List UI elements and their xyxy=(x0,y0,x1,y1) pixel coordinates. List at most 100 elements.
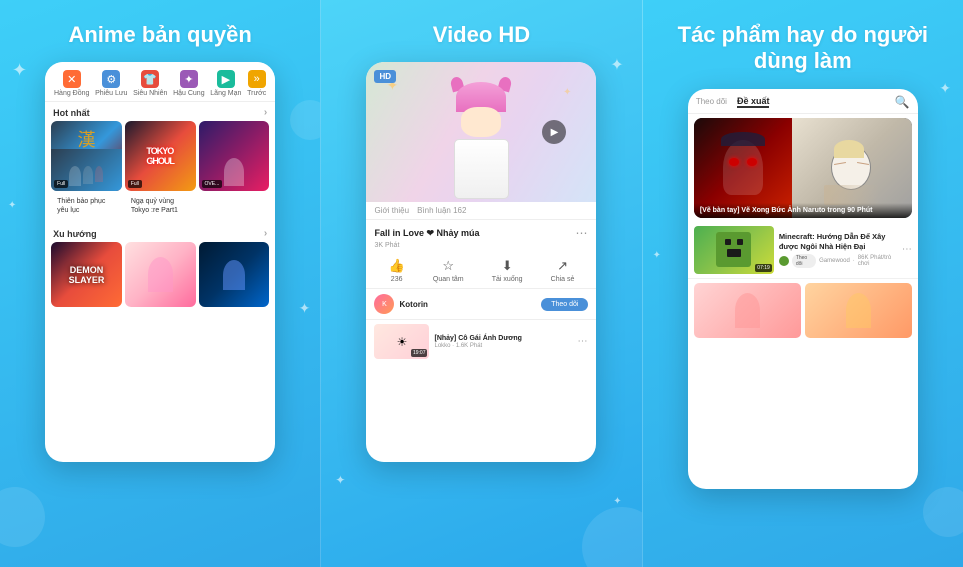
video-phone-content: ✦ ✦ HD ▶ Giới thiệu Bình luận 162 Fall i… xyxy=(366,62,596,462)
share-icon: ↗ xyxy=(557,258,568,274)
tab-intro[interactable]: Giới thiệu xyxy=(374,206,409,215)
related-video-row[interactable]: ☀ 19:07 [Nhảy] Cô Gái Ánh Dương Lokko · … xyxy=(366,320,596,363)
nav-icon-5: ▶ xyxy=(217,70,235,88)
anime-grid: 漢 Full TOKYOGHOUL Full xyxy=(45,121,275,196)
trending-thumb-1[interactable]: DEMONSLAYER xyxy=(51,242,122,307)
deco-circle-1 xyxy=(0,487,45,547)
bottom-row xyxy=(688,279,918,489)
discover-tabs: Theo dõi Đề xuất 🔍 xyxy=(688,89,918,114)
mc-thumb: MINECRAFT 07:19 xyxy=(694,226,774,274)
mid-panel-title: Video HD xyxy=(433,22,530,48)
right-panel-title: Tác phẩm hay do người dùng làm xyxy=(653,22,953,75)
nav-item-5[interactable]: ▶ Lãng Mạn xyxy=(210,70,241,97)
mc-title: Minecraft: Hướng Dẫn Để Xây được Ngôi Nh… xyxy=(779,232,897,252)
anime-label-2: Ngạ quỷ vùng Tokyo :re Part1 xyxy=(125,196,196,219)
like-count: 236 xyxy=(391,276,403,283)
right-panel: ✦ ✦ Tác phẩm hay do người dùng làm Theo … xyxy=(643,0,963,567)
nav-label-4: Hậu Cung xyxy=(173,90,205,97)
nav-item-3[interactable]: 👕 Siêu Nhiên xyxy=(133,70,167,97)
trending-grid: DEMONSLAYER xyxy=(45,242,275,312)
minecraft-row[interactable]: MINECRAFT 07:19 Minecraft: Hướng Dẫn Để … xyxy=(688,222,918,279)
hot-section-header: Hot nhất › xyxy=(45,102,275,121)
right-sparkle-1: ✦ xyxy=(939,80,951,97)
mc-info: Minecraft: Hướng Dẫn Để Xây được Ngôi Nh… xyxy=(779,232,897,268)
deco-circle-2 xyxy=(290,100,320,140)
bottom-thumb-2[interactable] xyxy=(805,283,912,338)
trending-thumb-2[interactable] xyxy=(125,242,196,307)
action-follow[interactable]: ☆ Quan tâm xyxy=(433,258,464,283)
nav-label-2: Phiêu Lưu xyxy=(95,90,127,97)
nav-icon-6: » xyxy=(248,70,266,88)
mid-sparkle-2: ✦ xyxy=(335,473,345,487)
right-deco-circle xyxy=(923,487,963,537)
anime-labels-row: Thiên bảo phục yêu lục Ngạ quỷ vùng Toky… xyxy=(45,196,275,223)
video-actions: 👍 236 ☆ Quan tâm ⬇ Tải xuống ↗ Chia sẻ xyxy=(366,253,596,289)
sparkle-1: ✦ xyxy=(12,60,27,81)
action-like[interactable]: 👍 236 xyxy=(389,258,405,283)
share-label: Chia sẻ xyxy=(551,276,575,283)
nav-item-2[interactable]: ⚙ Phiêu Lưu xyxy=(95,70,127,97)
anime-thumb-3[interactable]: OVE... xyxy=(199,121,270,191)
nav-icon-4: ✦ xyxy=(180,70,198,88)
action-download[interactable]: ⬇ Tải xuống xyxy=(492,258,523,283)
sparkle-3: ✦ xyxy=(299,300,311,317)
bottom-thumb-1[interactable] xyxy=(694,283,801,338)
anime-nav: ✕ Hàng Đồng ⚙ Phiêu Lưu 👕 Siêu Nhiên ✦ H… xyxy=(45,62,275,102)
video-hero[interactable]: ✦ ✦ HD ▶ xyxy=(366,62,596,202)
trending-arrow[interactable]: › xyxy=(264,228,267,239)
tab-comments[interactable]: Bình luận 162 xyxy=(417,206,466,215)
mc-duration: 07:19 xyxy=(755,264,772,272)
download-icon: ⬇ xyxy=(502,258,513,274)
mid-phone: ✦ ✦ HD ▶ Giới thiệu Bình luận 162 Fall i… xyxy=(366,62,596,462)
featured-video-card[interactable]: [Vẽ bàn tay] Vẽ Xong Bức Ảnh Naruto tron… xyxy=(694,118,912,218)
nav-label-5: Lãng Mạn xyxy=(210,90,241,97)
action-share[interactable]: ↗ Chia sẻ xyxy=(551,258,575,283)
featured-video: [Vẽ bàn tay] Vẽ Xong Bức Ảnh Naruto tron… xyxy=(694,118,912,218)
anime-thumb-2[interactable]: TOKYOGHOUL Full xyxy=(125,121,196,191)
anime-thumb-1[interactable]: 漢 Full xyxy=(51,121,122,191)
hot-section-label: Hot nhất xyxy=(53,108,90,118)
right-phone-content: Theo dõi Đề xuất 🔍 xyxy=(688,89,918,489)
sparkle-2: ✦ xyxy=(8,200,16,211)
nav-item-1[interactable]: ✕ Hàng Đồng xyxy=(54,70,89,97)
nav-icons-row: ✕ Hàng Đồng ⚙ Phiêu Lưu 👕 Siêu Nhiên ✦ H… xyxy=(51,70,269,97)
related-duration: 19:07 xyxy=(411,349,428,357)
more-dots[interactable]: ⋯ xyxy=(575,226,588,240)
related-play-count: 1.6K Phát xyxy=(456,343,482,349)
mid-panel: ✦ ✦ ✦ Video HD xyxy=(320,0,642,567)
discover-tab-suggest[interactable]: Đề xuất xyxy=(737,96,770,108)
mc-channel-stats: 86K Phát/trò chơi xyxy=(858,255,897,267)
nav-icon-2: ⚙ xyxy=(102,70,120,88)
mid-sparkle-3: ✦ xyxy=(613,496,621,507)
cosplay-figure xyxy=(446,82,516,202)
mc-follow-badge[interactable]: Theo dõi xyxy=(792,254,816,268)
nav-label-3: Siêu Nhiên xyxy=(133,90,167,97)
featured-video-title: [Vẽ bàn tay] Vẽ Xong Bức Ảnh Naruto tron… xyxy=(694,203,912,218)
related-meta: Lokko · 1.6K Phát xyxy=(434,343,572,349)
follow-button[interactable]: Theo dõi xyxy=(541,298,588,311)
hot-section-arrow[interactable]: › xyxy=(264,107,267,118)
channel-avatar: K xyxy=(374,294,394,314)
related-more[interactable]: ⋯ xyxy=(577,336,588,347)
right-sparkle-2: ✦ xyxy=(653,250,661,261)
nav-icon-3: 👕 xyxy=(141,70,159,88)
channel-left: K Kotorin xyxy=(374,294,427,314)
mc-more-btn[interactable]: ⋯ xyxy=(902,244,912,255)
follow-icon: ☆ xyxy=(442,258,454,274)
video-plays: 3K Phát xyxy=(366,242,596,253)
mc-channel-sub: · xyxy=(853,258,855,264)
anime-badge-2: Full xyxy=(128,180,142,188)
right-phone: Theo dõi Đề xuất 🔍 xyxy=(688,89,918,489)
download-label: Tải xuống xyxy=(492,276,523,283)
nav-item-4[interactable]: ✦ Hậu Cung xyxy=(173,70,205,97)
trending-thumb-3[interactable] xyxy=(199,242,270,307)
nav-item-6[interactable]: » Trước xyxy=(247,70,266,97)
channel-name: Kotorin xyxy=(399,300,427,309)
video-info-row: Fall in Love ❤ Nhảy múa ⋯ xyxy=(366,220,596,242)
mc-channel-avatar xyxy=(779,256,789,266)
mid-sparkle-1: ✦ xyxy=(610,55,623,75)
search-icon[interactable]: 🔍 xyxy=(895,95,910,109)
play-button[interactable]: ▶ xyxy=(542,120,566,144)
mc-channel-name: Gamewood xyxy=(819,258,850,264)
discover-tab-follow[interactable]: Theo dõi xyxy=(696,97,727,106)
